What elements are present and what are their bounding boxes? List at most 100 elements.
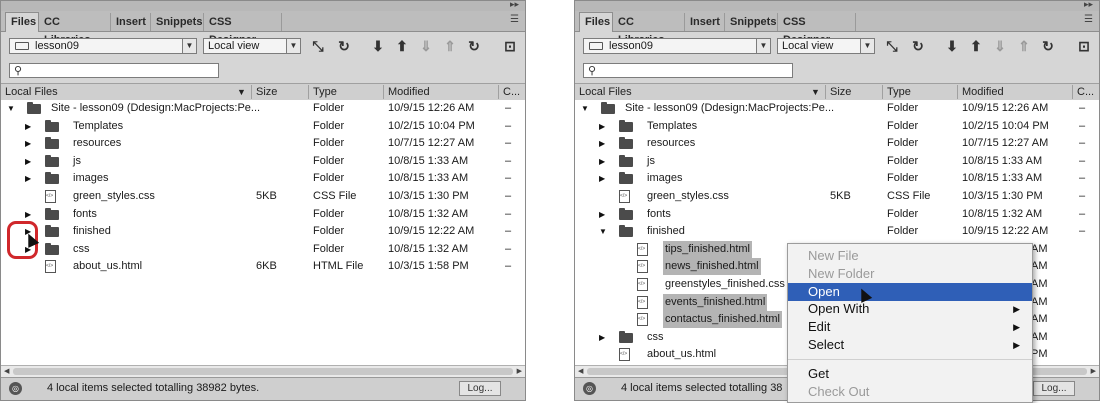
col-size[interactable]: Size <box>256 85 277 99</box>
col-type[interactable]: Type <box>887 85 911 99</box>
list-item[interactable]: green_styles.css 5KB CSS File 10/3/15 1:30 … <box>575 188 1099 205</box>
list-item[interactable]: ▶ js Folder 10/8/15 1:33 AM – <box>1 153 525 170</box>
view-select[interactable]: Local view ▼ <box>777 38 875 54</box>
list-item[interactable]: ▼ finished Folder 10/9/15 12:22 AM – <box>575 223 1099 240</box>
disconnect-icon[interactable]: ⤡ <box>309 38 327 54</box>
search-input[interactable]: ⚲ <box>583 63 793 78</box>
file-type: Folder <box>313 207 345 220</box>
disclosure-expanded-icon[interactable]: ▼ <box>599 223 607 240</box>
put-files-icon[interactable]: ⬆ <box>393 38 411 54</box>
disconnect-icon[interactable]: ⤡ <box>883 38 901 54</box>
tab-css-designer[interactable]: CSS Designer <box>204 13 282 46</box>
view-select[interactable]: Local view ▼ <box>203 38 301 54</box>
menu-item-get[interactable]: Get <box>788 365 1032 383</box>
panel-menu-icon[interactable]: ☰ <box>1084 14 1093 25</box>
disclosure-collapsed-icon[interactable]: ▶ <box>599 329 605 346</box>
col-modified[interactable]: Modified <box>388 85 430 99</box>
list-item[interactable]: ▶ finished Folder 10/9/15 12:22 AM – <box>1 223 525 240</box>
list-item[interactable]: ▶ css Folder 10/8/15 1:32 AM – <box>1 241 525 258</box>
list-item[interactable]: ▶ fonts Folder 10/8/15 1:32 AM – <box>1 206 525 223</box>
sort-arrow-icon[interactable]: ▼ <box>811 85 820 99</box>
list-item[interactable]: ▶ Templates Folder 10/2/15 10:04 PM – <box>1 118 525 135</box>
menu-item-open-with[interactable]: Open With ▶ <box>788 300 1032 318</box>
put-files-icon[interactable]: ⬆ <box>967 38 985 54</box>
tab-cc-libraries[interactable]: CC Libraries <box>613 13 685 46</box>
file-icon <box>619 348 630 362</box>
col-checked-out[interactable]: C... <box>1077 85 1094 99</box>
list-item[interactable]: ▶ fonts Folder 10/8/15 1:32 AM – <box>575 206 1099 223</box>
tab-snippets[interactable]: Snippets <box>725 13 778 31</box>
col-modified[interactable]: Modified <box>962 85 1004 99</box>
col-checked-out[interactable]: C... <box>503 85 520 99</box>
menu-item-check-out: Check Out <box>788 383 1032 401</box>
refresh-icon[interactable]: ↻ <box>909 38 927 54</box>
menu-item-select[interactable]: Select ▶ <box>788 336 1032 354</box>
menu-item-edit[interactable]: Edit ▶ <box>788 318 1032 336</box>
file-name: css <box>647 330 664 343</box>
site-select[interactable]: lesson09 ▼ <box>9 38 197 54</box>
col-size[interactable]: Size <box>830 85 851 99</box>
disclosure-expanded-icon[interactable]: ▼ <box>7 100 15 117</box>
list-item[interactable]: ▶ resources Folder 10/7/15 12:27 AM – <box>575 135 1099 152</box>
file-name: finished <box>647 225 685 238</box>
tab-cc-libraries[interactable]: CC Libraries <box>39 13 111 46</box>
site-select[interactable]: lesson09 ▼ <box>583 38 771 54</box>
site-log-icon[interactable]: ◎ <box>583 382 596 395</box>
list-item[interactable]: ▶ Templates Folder 10/2/15 10:04 PM – <box>575 118 1099 135</box>
disclosure-collapsed-icon[interactable]: ▶ <box>25 118 31 135</box>
col-local-files[interactable]: Local Files <box>5 85 58 99</box>
list-item[interactable]: ▼ Site - lesson09 (Ddesign:MacProjects:Pe… <box>575 100 1099 117</box>
list-item[interactable]: ▼ Site - lesson09 (Ddesign:MacProjects:Pe… <box>1 100 525 117</box>
menu-item-open[interactable]: Open <box>788 282 1032 301</box>
check-in-icon[interactable]: ⇑ <box>441 38 459 54</box>
get-files-icon[interactable]: ⬇ <box>943 38 961 54</box>
tab-snippets[interactable]: Snippets <box>151 13 204 31</box>
site-select-value: lesson09 <box>609 40 654 52</box>
collapse-icon[interactable]: ▸▸ <box>510 1 519 10</box>
disclosure-collapsed-icon[interactable]: ▶ <box>25 135 31 152</box>
disclosure-collapsed-icon[interactable]: ▶ <box>25 170 31 187</box>
disclosure-collapsed-icon[interactable]: ▶ <box>599 135 605 152</box>
sort-arrow-icon[interactable]: ▼ <box>237 85 246 99</box>
sync-icon[interactable]: ↻ <box>1039 38 1057 54</box>
disclosure-collapsed-icon[interactable]: ▶ <box>599 170 605 187</box>
tab-files[interactable]: Files <box>579 12 613 32</box>
refresh-icon[interactable]: ↻ <box>335 38 353 54</box>
site-log-icon[interactable]: ◎ <box>9 382 22 395</box>
tab-insert[interactable]: Insert <box>111 13 151 31</box>
tab-insert[interactable]: Insert <box>685 13 725 31</box>
sync-icon[interactable]: ↻ <box>465 38 483 54</box>
disclosure-expanded-icon[interactable]: ▼ <box>581 100 589 117</box>
disclosure-collapsed-icon[interactable]: ▶ <box>599 118 605 135</box>
list-item[interactable]: ▶ js Folder 10/8/15 1:33 AM – <box>575 153 1099 170</box>
search-input[interactable]: ⚲ <box>9 63 219 78</box>
panel-collapse-bar[interactable]: ▸▸ <box>575 1 1099 11</box>
check-out-icon[interactable]: ⇓ <box>417 38 435 54</box>
file-checked-out: – <box>1079 137 1086 150</box>
expand-icon[interactable]: ⊡ <box>501 38 519 54</box>
list-item[interactable]: about_us.html 6KB HTML File 10/3/15 1:58 PM… <box>1 258 525 275</box>
col-local-files[interactable]: Local Files <box>579 85 632 99</box>
list-item[interactable]: green_styles.css 5KB CSS File 10/3/15 1:30 … <box>1 188 525 205</box>
log-button[interactable]: Log... <box>459 381 501 396</box>
log-button[interactable]: Log... <box>1033 381 1075 396</box>
file-icon <box>45 260 56 274</box>
list-item[interactable]: ▶ resources Folder 10/7/15 12:27 AM – <box>1 135 525 152</box>
disclosure-collapsed-icon[interactable]: ▶ <box>599 153 605 170</box>
file-checked-out: – <box>505 190 512 202</box>
disclosure-collapsed-icon[interactable]: ▶ <box>25 153 31 170</box>
get-files-icon[interactable]: ⬇ <box>369 38 387 54</box>
expand-icon[interactable]: ⊡ <box>1075 38 1093 54</box>
tab-css-designer[interactable]: CSS Designer <box>778 13 856 46</box>
disclosure-collapsed-icon[interactable]: ▶ <box>599 206 605 223</box>
check-out-icon[interactable]: ⇓ <box>991 38 1009 54</box>
col-type[interactable]: Type <box>313 85 337 99</box>
collapse-icon[interactable]: ▸▸ <box>1084 1 1093 10</box>
panel-collapse-bar[interactable]: ▸▸ <box>1 1 525 11</box>
tab-files[interactable]: Files <box>5 12 39 32</box>
check-in-icon[interactable]: ⇑ <box>1015 38 1033 54</box>
list-item[interactable]: ▶ images Folder 10/8/15 1:33 AM – <box>1 170 525 187</box>
panel-menu-icon[interactable]: ☰ <box>510 14 519 25</box>
menu-item-label: Open With <box>808 301 870 317</box>
list-item[interactable]: ▶ images Folder 10/8/15 1:33 AM – <box>575 170 1099 187</box>
